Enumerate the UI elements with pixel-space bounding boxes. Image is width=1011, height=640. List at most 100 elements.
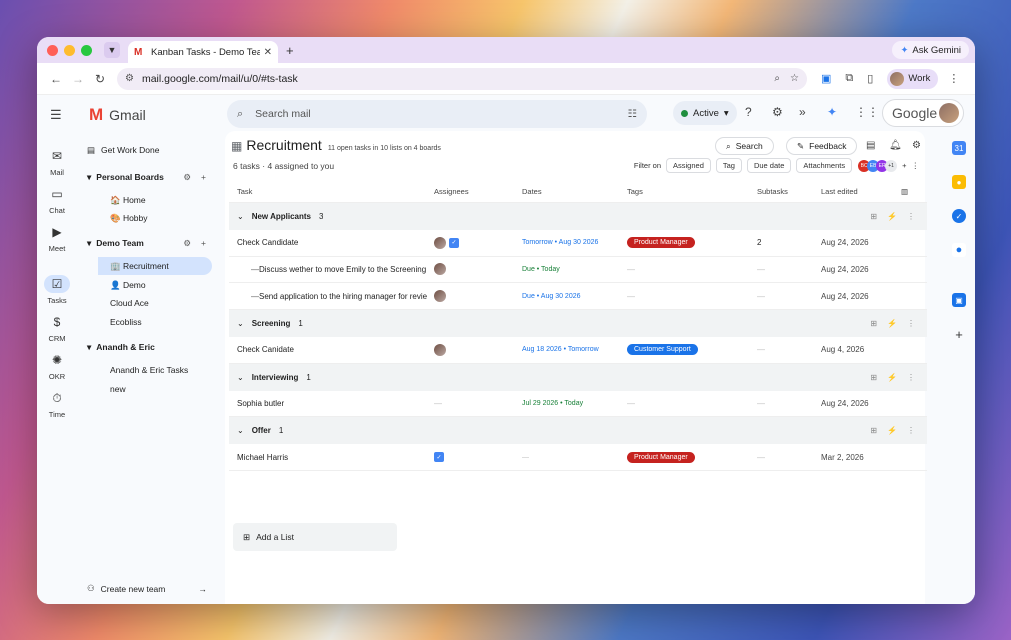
- group-header[interactable]: ⌄ New Applicants 3: [237, 203, 323, 230]
- create-team-button[interactable]: ⚇ Create new team →: [87, 583, 207, 594]
- column-header-subtasks[interactable]: Subtasks: [757, 181, 807, 202]
- table-row[interactable]: Send application to the hiring manager f…: [229, 283, 927, 311]
- group-header[interactable]: ⌄ Screening 1: [237, 310, 303, 337]
- new-tab-button[interactable]: +: [286, 43, 294, 58]
- task-title[interactable]: Check Canidate: [237, 337, 427, 363]
- task-tags[interactable]: —: [627, 257, 747, 283]
- table-row[interactable]: Sophia butler — Jul 29 2026 • Today — — …: [229, 391, 927, 418]
- rail-mail[interactable]: ✉ Mail: [37, 147, 77, 177]
- rail-okr[interactable]: ✺ OKR: [37, 351, 77, 381]
- site-info-icon[interactable]: ⚙: [125, 73, 134, 84]
- add-icon[interactable]: +: [201, 238, 206, 249]
- close-window-button[interactable]: [47, 44, 58, 56]
- task-dates[interactable]: Due • Today: [522, 257, 622, 283]
- add-list-button[interactable]: ⊞ Add a List: [233, 523, 397, 551]
- table-row[interactable]: Check Candidate ✓ Tomorrow • Aug 30 2026…: [229, 230, 927, 257]
- task-title[interactable]: Check Candidate: [237, 230, 427, 256]
- task-dates[interactable]: Tomorrow • Aug 30 2026: [522, 230, 622, 256]
- sidebar-get-work-done[interactable]: ▤ Get Work Done: [77, 141, 212, 159]
- rail-chat[interactable]: ▭ Chat: [37, 185, 77, 215]
- task-tags[interactable]: —: [627, 283, 747, 309]
- contacts-app-icon[interactable]: ●: [952, 243, 966, 257]
- add-icon[interactable]: +: [201, 172, 206, 183]
- keep-app-icon[interactable]: ●: [952, 175, 966, 189]
- filter-attachments[interactable]: Attachments: [796, 158, 853, 173]
- profile-button[interactable]: Work: [887, 68, 939, 89]
- settings-icon[interactable]: ⚙: [183, 172, 191, 183]
- status-dropdown[interactable]: Active ▾: [673, 101, 737, 125]
- calendar-app-icon[interactable]: 31: [952, 141, 966, 155]
- add-task-icon[interactable]: ⊞: [870, 373, 877, 382]
- settings-icon[interactable]: ⚙: [183, 238, 191, 249]
- tasks-app-icon[interactable]: ✓: [952, 209, 966, 223]
- assignees[interactable]: [434, 337, 514, 363]
- column-header-task[interactable]: Task: [237, 181, 427, 202]
- task-tags[interactable]: —: [627, 391, 747, 417]
- task-dates[interactable]: Jul 29 2026 • Today: [522, 391, 622, 417]
- sidebar-item-ecobliss[interactable]: Ecobliss: [77, 313, 212, 331]
- extension-tasks-icon[interactable]: ▣: [821, 72, 831, 85]
- sidebar-item-new[interactable]: new: [77, 380, 212, 398]
- kanban-addon-icon[interactable]: ▣: [952, 293, 966, 307]
- assignees[interactable]: [434, 283, 514, 309]
- maximize-window-button[interactable]: [81, 44, 92, 56]
- rail-time[interactable]: ⏱ Time: [37, 389, 77, 419]
- member-avatars[interactable]: BC EB ER +1: [858, 159, 898, 172]
- assignees[interactable]: ✓: [434, 444, 514, 470]
- forward-arrows-icon[interactable]: »: [799, 105, 806, 119]
- rail-meet[interactable]: ▶ Meet: [37, 223, 77, 253]
- add-task-icon[interactable]: ⊞: [870, 319, 877, 328]
- add-task-icon[interactable]: ⊞: [870, 212, 877, 221]
- group-header[interactable]: ⌄ Interviewing 1: [237, 364, 311, 391]
- table-row[interactable]: Michael Harris ✓ — Product Manager — Mar…: [229, 444, 927, 471]
- add-member-icon[interactable]: +: [902, 161, 906, 170]
- apps-grid-icon[interactable]: ⋮⋮: [855, 105, 879, 119]
- search-icon[interactable]: ⌕: [237, 108, 243, 121]
- more-options-icon[interactable]: ⋮: [912, 161, 920, 170]
- browser-tab[interactable]: M Kanban Tasks - Demo Team - ✕: [128, 41, 278, 63]
- task-title[interactable]: Sophia butler: [237, 391, 427, 417]
- filter-tag[interactable]: Tag: [715, 158, 742, 173]
- task-tags[interactable]: Product Manager: [627, 230, 747, 256]
- gmail-logo[interactable]: M Gmail: [89, 105, 146, 125]
- ask-gemini-button[interactable]: ✦ Ask Gemini: [892, 41, 969, 59]
- assignees[interactable]: [434, 257, 514, 283]
- column-header-assignees[interactable]: Assignees: [434, 181, 514, 202]
- sidebar-section-demo-team[interactable]: ▾ Demo Team ⚙ +: [77, 234, 212, 252]
- tab-search-chevron-icon[interactable]: ▼: [104, 42, 120, 58]
- assignees[interactable]: ✓: [434, 230, 514, 256]
- extensions-puzzle-icon[interactable]: ⧉: [845, 72, 853, 85]
- board-settings-icon[interactable]: ⚙: [912, 140, 921, 151]
- filter-assigned[interactable]: Assigned: [666, 158, 711, 173]
- sidebar-item-anandh-eric-tasks[interactable]: Anandh & Eric Tasks: [77, 361, 212, 379]
- search-options-icon[interactable]: ☷: [628, 108, 637, 120]
- column-header-tags[interactable]: Tags: [627, 181, 747, 202]
- columns-config-icon[interactable]: ▥: [901, 181, 921, 202]
- board-search-button[interactable]: ⌕ Search: [715, 137, 774, 155]
- table-row[interactable]: Check Canidate Aug 18 2026 • Tomorrow Cu…: [229, 337, 927, 364]
- automation-bolt-icon[interactable]: ⚡: [887, 426, 897, 435]
- get-addons-plus-icon[interactable]: +: [952, 327, 966, 342]
- rail-crm[interactable]: $ CRM: [37, 313, 77, 343]
- column-header-last-edited[interactable]: Last edited: [821, 181, 901, 202]
- table-view-icon[interactable]: ▤: [866, 140, 875, 151]
- google-account-button[interactable]: Google: [882, 99, 964, 127]
- filter-due-date[interactable]: Due date: [746, 158, 792, 173]
- task-title[interactable]: Michael Harris: [237, 444, 427, 470]
- task-tags[interactable]: Product Manager: [627, 444, 747, 470]
- sidepanel-icon[interactable]: ▯: [867, 72, 873, 85]
- zoom-icon[interactable]: ⌕: [774, 73, 780, 84]
- sidebar-section-anandh-eric[interactable]: ▾ Anandh & Eric: [77, 338, 212, 356]
- back-icon[interactable]: ←: [45, 72, 67, 86]
- more-options-icon[interactable]: ⋮: [907, 426, 915, 435]
- subtask-title[interactable]: Send application to the hiring manager f…: [237, 283, 427, 309]
- column-header-dates[interactable]: Dates: [522, 181, 622, 202]
- gemini-icon[interactable]: ✦: [827, 105, 837, 119]
- table-row[interactable]: Discuss wether to move Emily to the Scre…: [229, 257, 927, 284]
- address-bar[interactable]: ⚙ mail.google.com/mail/u/0/#ts-task ⌕ ☆: [117, 67, 807, 90]
- settings-gear-icon[interactable]: ⚙: [772, 105, 783, 119]
- feedback-button[interactable]: ✎ Feedback: [786, 137, 858, 155]
- task-dates[interactable]: Due • Aug 30 2026: [522, 283, 622, 309]
- sidebar-item-demo[interactable]: 👤 Demo: [77, 276, 212, 294]
- assignees[interactable]: —: [434, 391, 514, 417]
